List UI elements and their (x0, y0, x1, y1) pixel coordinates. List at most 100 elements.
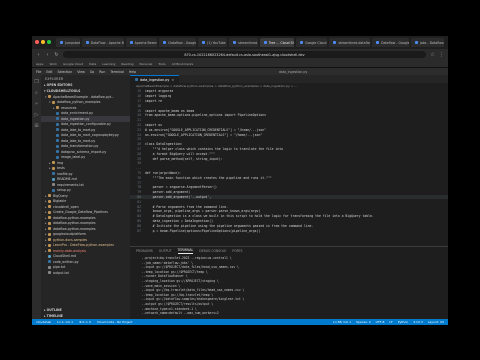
bookmark-item[interactable]: Apps (36, 62, 43, 66)
line-number: 19 (137, 108, 141, 113)
code-text: os.environ["GOOGLE_APPLICATION_CREDENTIA… (145, 132, 263, 137)
status-item[interactable]: LF (389, 320, 392, 324)
explorer-icon[interactable]: ❐ (34, 79, 38, 85)
panel-tabs: PROBLEMS OUTPUT TERMINAL DEBUG CONSOLE PORTS (130, 247, 448, 255)
favicon-icon (163, 41, 167, 44)
terminal[interactable]: --project=bq-tranzlet-2023 --region=us-c… (130, 255, 448, 319)
line-number: 22 (137, 122, 141, 127)
folder-icon (48, 205, 51, 209)
browser-tab[interactable]: streamlined-dataflow-... (329, 38, 371, 47)
menu-item[interactable]: Go (90, 70, 94, 74)
tree-item[interactable]: output.txt (41, 270, 130, 276)
browser-tab-label: Jobs - Dataflow ... (419, 40, 444, 45)
star-icon[interactable]: ☆ (430, 52, 435, 58)
menu-icon[interactable]: ⋮ (439, 52, 444, 58)
workbench: ❐ ⌕ ⑂ ▷ ⊞ EXPLORER ▸ OPEN EDITORS ▾ CLOU… (32, 75, 448, 319)
forward-icon[interactable]: › (45, 52, 50, 58)
browser-tab[interactable]: Apache Beam ... (125, 38, 158, 47)
line-number: 28 (137, 151, 141, 156)
tree-item-label: image_label.py (61, 155, 86, 160)
panel-tab[interactable]: PROBLEMS (136, 249, 153, 253)
browser-tab[interactable]: Tree ... Cloud Shell (259, 38, 295, 47)
code-line: 87 p = beam.Pipeline(options=PipelineOpt… (130, 228, 448, 233)
close-icon[interactable]: × (171, 78, 174, 82)
bookmark-item[interactable]: Personal (140, 62, 153, 66)
favicon-icon (300, 41, 304, 44)
source-control-icon[interactable]: ⑂ (35, 101, 38, 107)
line-number: 15 (137, 89, 141, 94)
bookmark-item[interactable]: Learning (102, 62, 115, 66)
favicon-icon (263, 41, 267, 44)
extensions-icon[interactable]: ⊞ (34, 123, 38, 129)
menu-item[interactable]: Help (129, 70, 136, 74)
menu-item[interactable]: Edit (46, 70, 52, 74)
tree-item-label: dataflow-python-examples (53, 221, 96, 226)
panel-tab[interactable]: TERMINAL (177, 248, 194, 254)
line-number: 17 (137, 98, 141, 103)
bookmark-item[interactable]: All Bookmarks (172, 62, 193, 66)
status-item[interactable]: UTF-8 (376, 320, 385, 324)
folder-icon (48, 221, 51, 225)
browser-tab[interactable]: DataFlow - Apache Beam ... (81, 38, 124, 47)
address-input[interactable]: 870-cs-1022186023264-default.cs-asia-sou… (63, 51, 426, 58)
status-item[interactable]: Ln 1, Col 1 (57, 320, 73, 324)
editor-tab-data-ingestion[interactable]: data_ingestion.py × (130, 75, 180, 83)
status-item[interactable]: cloudshell (36, 320, 51, 324)
browser-tab[interactable]: (1) YouTube ... (198, 38, 228, 47)
search-icon[interactable]: ⌕ (35, 90, 38, 96)
browser-tab[interactable]: Google Cloud ... (296, 38, 328, 47)
menu-item[interactable]: View (77, 70, 85, 74)
status-item[interactable]: Python (398, 320, 408, 324)
file-icon (48, 271, 51, 275)
close-dot[interactable] (35, 40, 39, 44)
code-editor[interactable]: 15 import argparse 16 import logging 17 impor… (130, 89, 448, 246)
status-item[interactable]: ⊗ 0 ⚠ 0 (79, 320, 91, 324)
window-title: data_ingestion.py (278, 69, 308, 74)
tree-item-label: setup.py (57, 188, 71, 193)
status-item[interactable]: Ln 88, Col 1 (333, 320, 351, 324)
line-number: 18 (137, 103, 141, 108)
status-item[interactable]: 3.12.3 (413, 320, 423, 324)
browser-tab-label: DataFlow - Apache Beam ... (90, 40, 124, 45)
panel-tab[interactable]: PORTS (232, 249, 242, 253)
browser-tab[interactable]: Jumpstart (56, 38, 80, 47)
folder-icon (48, 210, 51, 214)
code-text: # Initiate the pipeline using the pipeli… (145, 223, 314, 228)
browser-tab[interactable]: streamlined... (229, 38, 258, 47)
maximize-dot[interactable] (47, 40, 51, 44)
line-number: 76 (137, 175, 141, 180)
tree-item-label: dataproc_schema_import.py (61, 149, 107, 154)
tree-item-label: Bigtable (53, 199, 67, 204)
bookmark-item[interactable]: Reading (121, 62, 133, 66)
tree-item-label: ApacheBeamExample - dataflow-pyt... (53, 94, 115, 99)
folder-icon (48, 95, 51, 99)
favicon-icon (60, 41, 63, 44)
back-icon[interactable]: ‹ (36, 52, 41, 58)
status-item[interactable]: Layout: US (428, 320, 444, 324)
code-text: p = beam.Pipeline(options=PipelineOption… (145, 228, 261, 233)
minimize-dot[interactable] (41, 40, 45, 44)
bookmark-item[interactable]: Work (49, 62, 57, 66)
favicon-icon (129, 41, 133, 44)
status-item[interactable]: Cloud Code - No Project (97, 320, 133, 324)
menu-item[interactable]: Terminal (110, 70, 123, 74)
browser-tab[interactable]: Dataflow - Google ... (372, 38, 409, 47)
menu-item[interactable]: Selection (58, 70, 73, 74)
status-item[interactable]: Spaces: 4 (356, 320, 371, 324)
bookmark-item[interactable]: Tools (158, 62, 165, 66)
browser-tab[interactable]: Jobs - Dataflow ... (410, 38, 444, 47)
menu-item[interactable]: File (36, 70, 41, 74)
line-number: 79 (137, 190, 141, 195)
bookmark-item[interactable]: Google Cloud (63, 62, 83, 66)
run-debug-icon[interactable]: ▷ (35, 112, 39, 118)
folder-icon (52, 100, 55, 104)
menu-item[interactable]: Run (99, 70, 105, 74)
browser-tab-label: streamlined-dataflow-... (338, 40, 370, 45)
favicon-icon (233, 41, 237, 44)
file-icon (56, 133, 59, 137)
panel-tab[interactable]: OUTPUT (159, 249, 172, 253)
panel-tab[interactable]: DEBUG CONSOLE (199, 249, 226, 253)
reload-icon[interactable]: ↻ (54, 52, 59, 58)
browser-tab[interactable]: Dataflow - Google ... (159, 38, 197, 47)
bookmark-item[interactable]: Data (89, 62, 96, 66)
